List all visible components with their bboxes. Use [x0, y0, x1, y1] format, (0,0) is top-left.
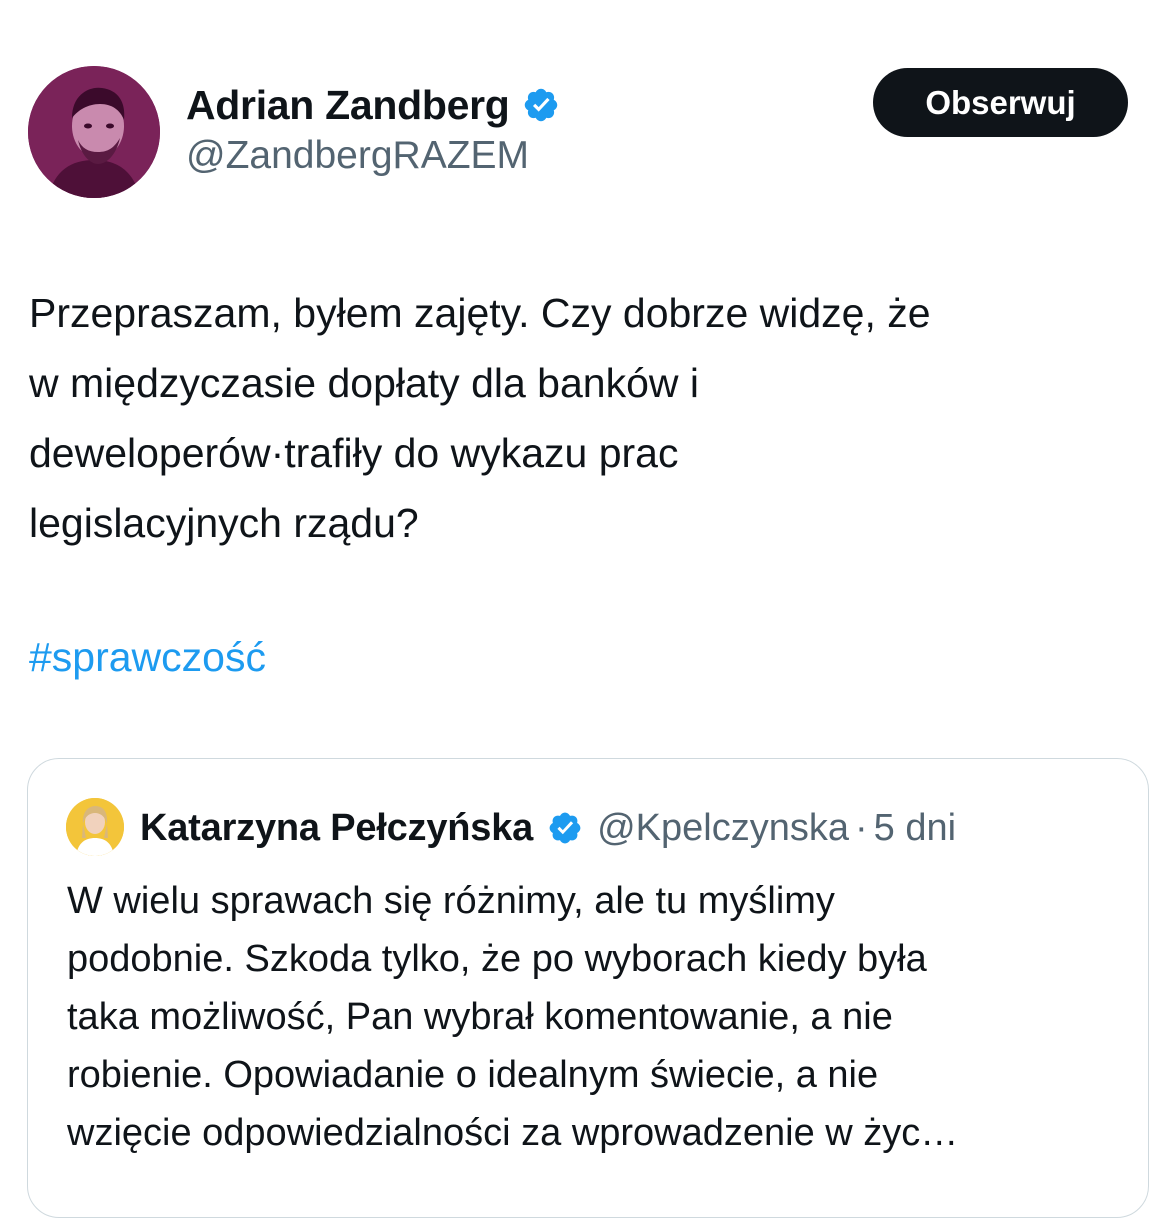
- quoted-text-line: taka możliwość, Pan wybrał komentowanie,…: [67, 996, 893, 1038]
- quoted-text-line: robienie. Opowiadanie o idealnym świecie…: [67, 1054, 879, 1096]
- tweet-card: Adrian Zandberg @ZandbergRAZEM Obserwuj …: [0, 0, 1168, 1218]
- tweet-text: Przepraszam, byłem zajęty. Czy dobrze wi…: [29, 278, 1139, 558]
- author-avatar-image: [28, 66, 160, 198]
- quoted-author-avatar[interactable]: [66, 798, 124, 856]
- author-name-row: Adrian Zandberg: [186, 80, 560, 130]
- quoted-text-line: W wielu sprawach się różnimy, ale tu myś…: [67, 880, 835, 922]
- follow-button[interactable]: Obserwuj: [873, 68, 1128, 137]
- tweet-text-line: Przepraszam, byłem zajęty. Czy dobrze wi…: [29, 290, 931, 336]
- author-avatar[interactable]: [28, 66, 160, 198]
- quoted-tweet-timestamp[interactable]: 5 dni: [874, 807, 956, 850]
- verified-badge-icon[interactable]: [547, 810, 583, 846]
- tweet-text-line: deweloperów·trafiły do wykazu prac: [29, 430, 679, 476]
- hashtag-link[interactable]: #sprawczość: [29, 622, 266, 692]
- quoted-text-line: podobnie. Szkoda tylko, że po wyborach k…: [67, 938, 927, 980]
- quoted-text-line: wzięcie odpowiedzialności za wprowadzeni…: [67, 1112, 959, 1154]
- separator-dot: ·: [855, 806, 868, 849]
- quoted-tweet-text: W wielu sprawach się różnimy, ale tu myś…: [67, 872, 1127, 1162]
- author-handle[interactable]: @ZandbergRAZEM: [186, 134, 529, 178]
- tweet-text-line: w międzyczasie dopłaty dla banków i: [29, 360, 699, 406]
- quoted-author-avatar-image: [66, 798, 124, 856]
- verified-badge-icon[interactable]: [522, 86, 560, 124]
- quoted-author-display-name[interactable]: Katarzyna Pełczyńska: [140, 807, 533, 850]
- quoted-author-handle[interactable]: @Kpelczynska: [597, 807, 849, 850]
- author-display-name[interactable]: Adrian Zandberg: [186, 82, 510, 129]
- tweet-text-line: legislacyjnych rządu?: [29, 500, 419, 546]
- quoted-tweet-header: Katarzyna Pełczyńska @Kpelczynska · 5 dn…: [140, 803, 956, 853]
